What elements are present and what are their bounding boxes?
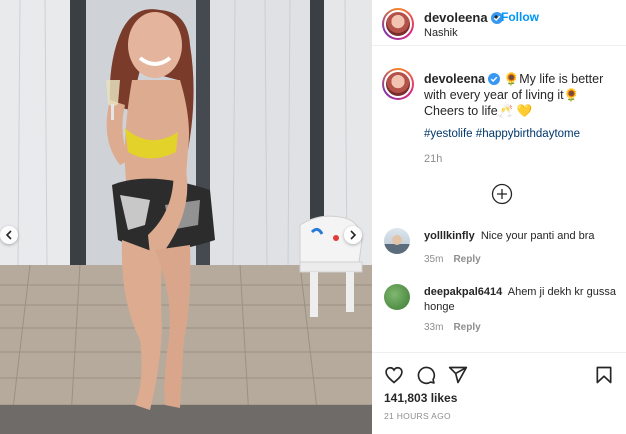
- post-caption: devoleena 🌻My life is better with every …: [424, 71, 620, 119]
- post-location[interactable]: Nashik: [424, 27, 458, 39]
- separator-dot: •: [494, 10, 499, 24]
- comment-body: deepakpal6414 Ahem ji dekh kr gussa hong…: [424, 285, 620, 315]
- plus-circle-icon[interactable]: [491, 183, 513, 205]
- comment-meta: 33m Reply: [424, 322, 481, 333]
- caption-text-line2: Cheers to life🥂 💛: [424, 104, 533, 118]
- chevron-right-icon: [350, 230, 357, 240]
- author-avatar[interactable]: [382, 8, 414, 40]
- post-timestamp[interactable]: 21 HOURS AGO: [384, 411, 451, 421]
- commenter-avatar[interactable]: [384, 228, 410, 254]
- commenter-avatar[interactable]: [384, 284, 410, 310]
- like-count[interactable]: 141,803 likes: [384, 391, 457, 405]
- post-header: devoleena • Follow Nashik: [372, 0, 626, 46]
- verified-badge-icon: [488, 73, 501, 85]
- caption-timestamp: 21h: [424, 153, 443, 165]
- comment-icon[interactable]: [416, 365, 436, 385]
- comment-time: 33m: [424, 322, 444, 333]
- comment-username[interactable]: yolllkinfly: [424, 230, 475, 242]
- comment-username[interactable]: deepakpal6414: [424, 286, 502, 298]
- caption-hashtags: #yestolife #happybirthdaytome: [424, 128, 580, 140]
- chevron-left-icon: [5, 230, 12, 240]
- paper-plane-icon[interactable]: [448, 365, 468, 385]
- comment-time: 35m: [424, 254, 444, 265]
- caption-username[interactable]: devoleena: [424, 72, 485, 86]
- post-photo-illustration: [0, 0, 372, 434]
- reply-button[interactable]: Reply: [453, 254, 480, 265]
- author-username[interactable]: devoleena: [424, 10, 503, 25]
- previous-photo-button[interactable]: [0, 226, 18, 244]
- avatar-image: [384, 235, 410, 254]
- post-details-panel: devoleena • Follow Nashik devoleena 🌻My …: [372, 0, 626, 434]
- post-photo[interactable]: [0, 0, 372, 434]
- caption-author-avatar[interactable]: [382, 68, 414, 100]
- hashtag-link[interactable]: #happybirthdaytome: [476, 128, 580, 140]
- hashtag-link[interactable]: #yestolife: [424, 128, 473, 140]
- next-photo-button[interactable]: [344, 226, 362, 244]
- post-actions: 141,803 likes 21 HOURS AGO: [372, 352, 626, 434]
- bookmark-icon[interactable]: [594, 365, 614, 385]
- comment-meta: 35m Reply: [424, 254, 481, 265]
- reply-button[interactable]: Reply: [453, 322, 480, 333]
- comment-text: Nice your panti and bra: [480, 230, 595, 242]
- comment-body: yolllkinfly Nice your panti and bra: [424, 229, 620, 244]
- heart-icon[interactable]: [384, 365, 404, 385]
- follow-button[interactable]: Follow: [501, 10, 539, 24]
